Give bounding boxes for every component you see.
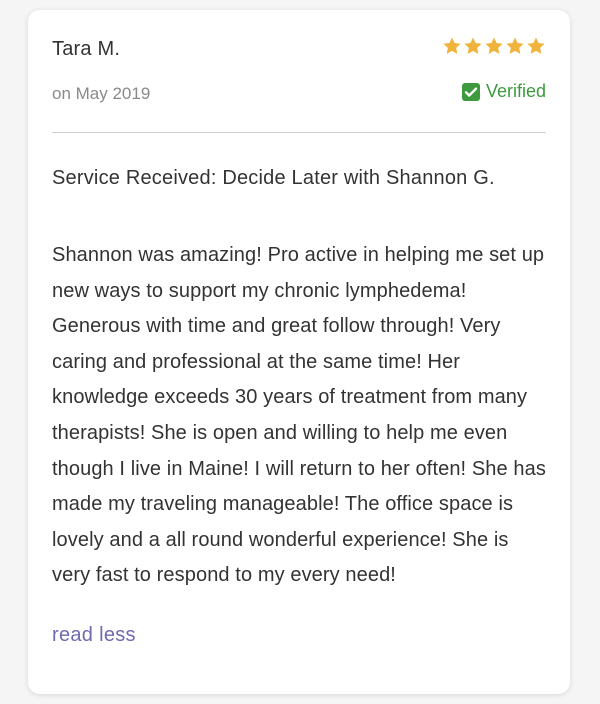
reviewer-name: Tara M. [52, 38, 121, 60]
review-date: on May 2019 [52, 84, 151, 103]
review-card: Tara M. on May 2019 Verified Service Rec… [28, 10, 570, 694]
star-icon [506, 37, 524, 54]
star-icon [485, 37, 503, 54]
star-icon [527, 37, 545, 54]
verified-badge: Verified [461, 81, 546, 102]
star-rating [442, 36, 546, 56]
checkbox-checked-icon [461, 82, 480, 101]
divider [52, 132, 546, 133]
review-text: Shannon was amazing! Pro active in helpi… [52, 244, 546, 587]
star-icon [464, 37, 482, 54]
verified-label: Verified [485, 81, 546, 101]
read-less-link[interactable]: read less [52, 624, 136, 647]
service-received: Service Received: Decide Later with Shan… [52, 167, 495, 189]
star-icon [443, 37, 461, 54]
